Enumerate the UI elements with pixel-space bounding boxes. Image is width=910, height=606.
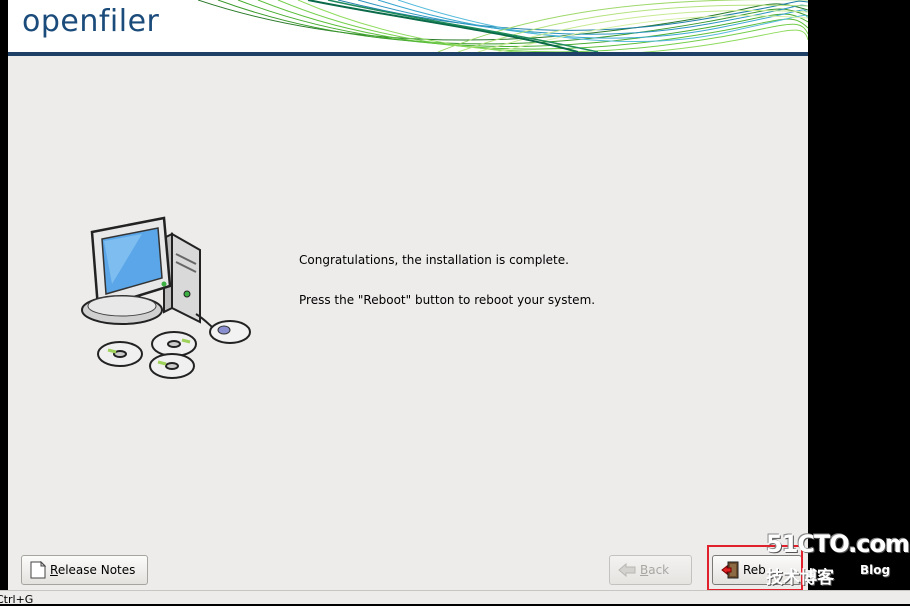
header-banner: openfiler <box>8 0 808 52</box>
reboot-instruction-message: Press the "Reboot" button to reboot your… <box>299 293 596 307</box>
openfiler-logo: openfiler <box>22 4 160 39</box>
site-watermark: 51CTO.com 技术博客 Blog <box>766 530 910 590</box>
document-icon <box>30 561 46 579</box>
back-label: Back <box>640 563 670 577</box>
computer-with-discs-illustration <box>81 216 251 379</box>
watermark-blog: Blog <box>860 563 891 577</box>
back-button[interactable]: Back <box>609 555 692 585</box>
release-notes-label: Release Notes <box>50 563 136 577</box>
status-bar-text: Ctrl+G <box>0 593 34 606</box>
installation-complete-message: Congratulations, the installation is com… <box>299 253 569 267</box>
watermark-site: 51CTO.com <box>766 530 910 558</box>
status-bar: Ctrl+G <box>0 590 910 606</box>
installer-window: openfiler Congratulations, the installat… <box>8 0 808 590</box>
screen: openfiler Congratulations, the installat… <box>0 0 910 606</box>
left-arrow-icon <box>618 563 636 577</box>
watermark-chinese: 技术博客 <box>766 568 834 588</box>
swirl-graphic <box>198 0 808 52</box>
header-divider <box>8 52 808 56</box>
release-notes-button[interactable]: Release Notes <box>21 555 148 585</box>
